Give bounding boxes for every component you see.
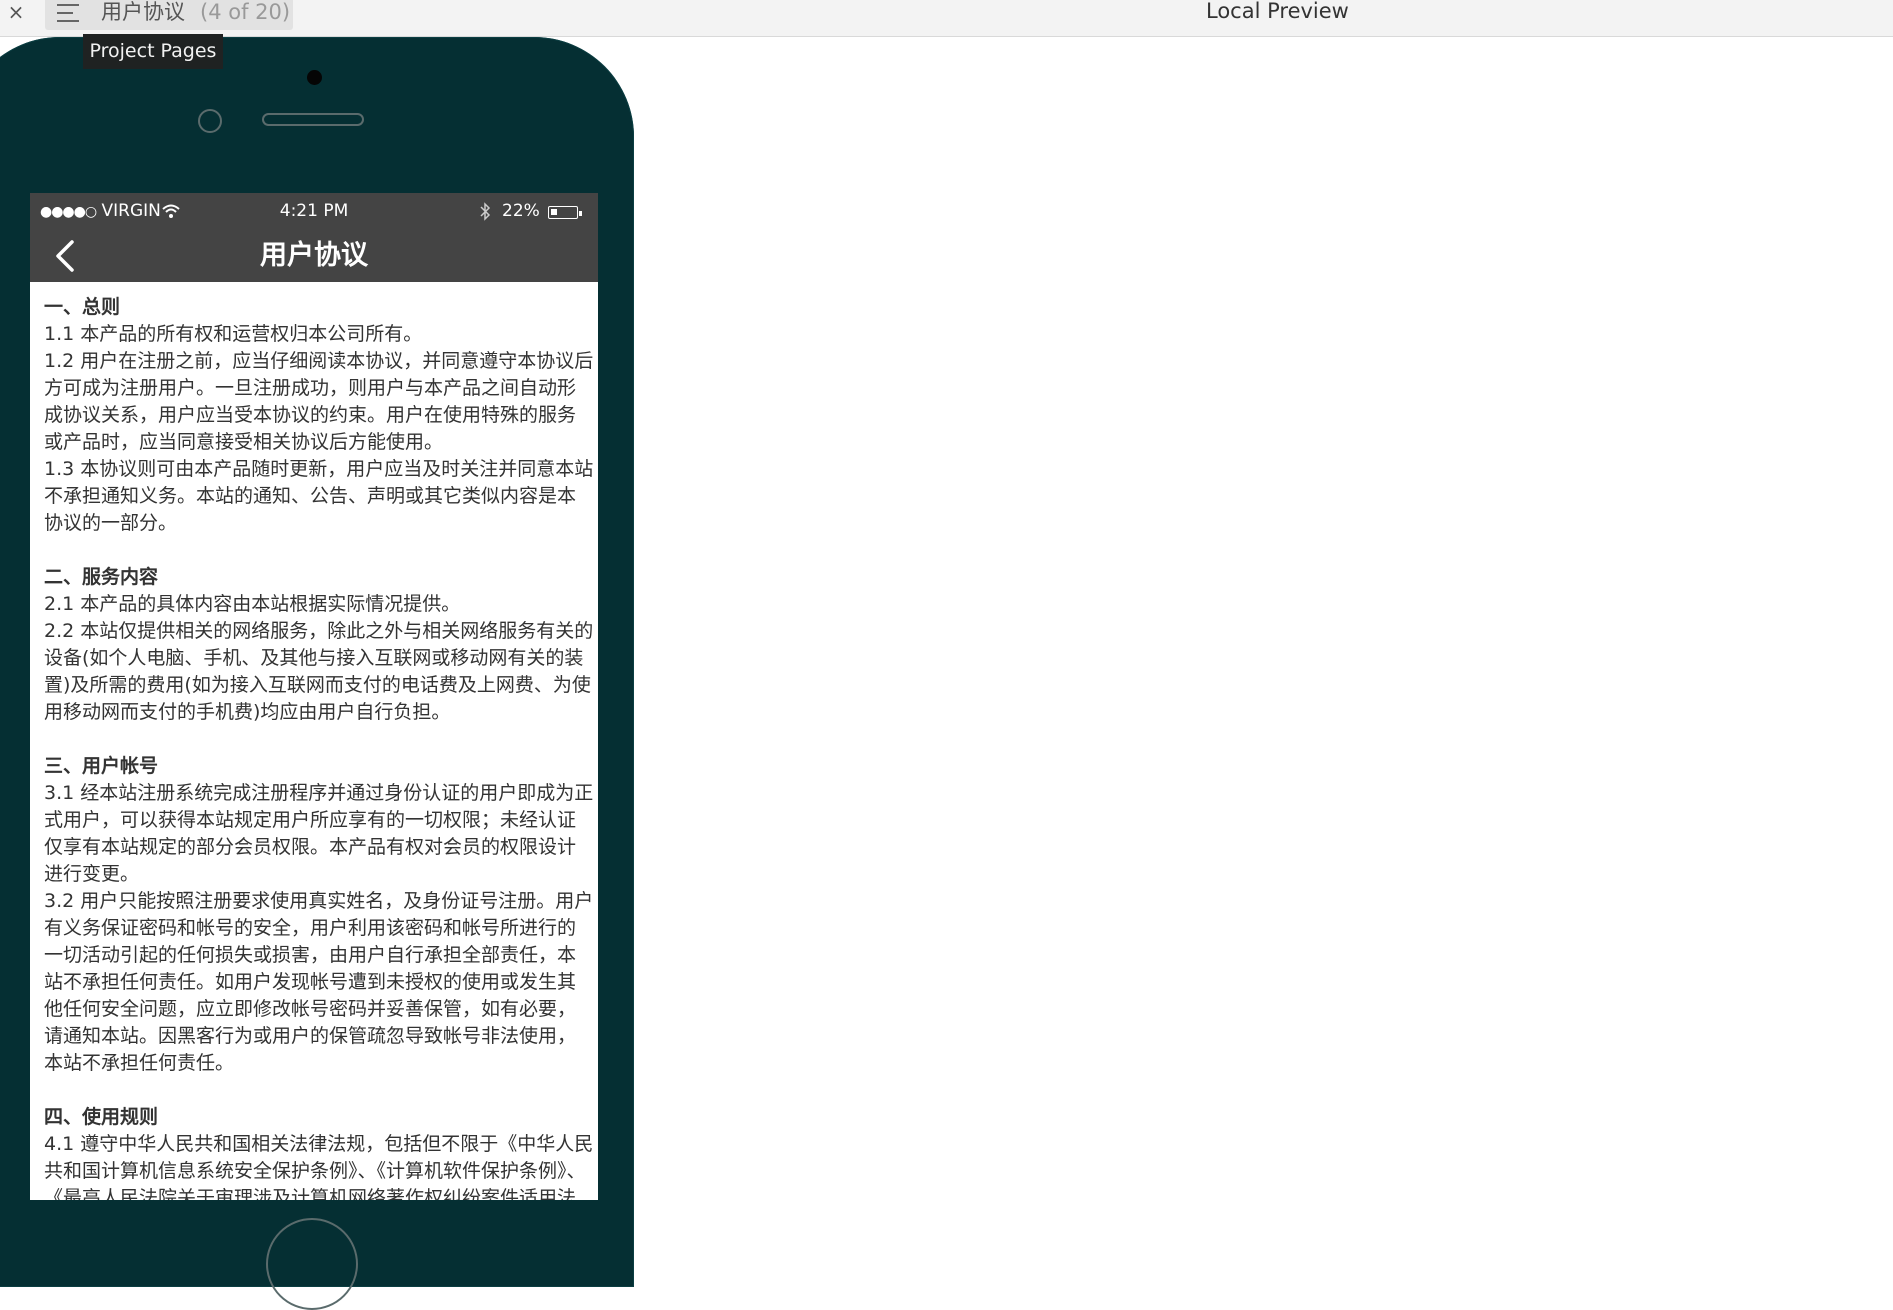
nav-title: 用户协议 xyxy=(260,240,368,271)
current-page-title: 用户协议 xyxy=(101,0,185,24)
clause: 1.3 本协议则可由本产品随时更新，用户应当及时关注并同意本站不承担通知义务。本… xyxy=(44,458,594,534)
clause: 4.1 遵守中华人民共和国相关法律法规，包括但不限于《中华人民共和国计算机信息系… xyxy=(44,1133,594,1200)
clause: 3.2 用户只能按照注册要求使用真实姓名，及身份证号注册。用户有义务保证密码和帐… xyxy=(44,890,594,1074)
page-selector[interactable]: 用户协议 (4 of 20) xyxy=(45,0,293,30)
bluetooth-icon xyxy=(480,202,491,221)
section-heading: 一、总则 xyxy=(44,296,121,318)
navigation-bar: 用户协议 xyxy=(30,230,598,282)
proximity-sensor xyxy=(198,109,222,133)
clause: 2.2 本站仅提供相关的网络服务，除此之外与相关网络服务有关的设备(如个人电脑、… xyxy=(44,620,594,723)
section-services: 二、服务内容 2.1 本产品的具体内容由本站根据实际情况提供。 2.2 本站仅提… xyxy=(44,564,594,726)
preview-title: Local Preview xyxy=(1206,0,1349,23)
preview-toolbar: × 用户协议 (4 of 20) Local Preview xyxy=(0,0,1893,37)
section-heading: 三、用户帐号 xyxy=(44,755,159,777)
agreement-content: 一、总则 1.1 本产品的所有权和运营权归本公司所有。 1.2 用户在注册之前，… xyxy=(44,294,594,1200)
section-heading: 四、使用规则 xyxy=(44,1106,159,1128)
phone-screen: ●●●●○ VIRGIN 4:21 PM 22% 用户协议 一、总则 1.1 本… xyxy=(30,193,598,1200)
project-pages-tooltip: Project Pages xyxy=(83,34,223,69)
battery-percent: 22% xyxy=(502,201,540,221)
battery-icon xyxy=(548,206,582,219)
section-heading: 二、服务内容 xyxy=(44,566,159,588)
status-bar: ●●●●○ VIRGIN 4:21 PM 22% xyxy=(30,193,598,230)
section-usage-rules: 四、使用规则 4.1 遵守中华人民共和国相关法律法规，包括但不限于《中华人民共和… xyxy=(44,1104,594,1200)
front-camera xyxy=(307,70,322,85)
clause: 1.1 本产品的所有权和运营权归本公司所有。 xyxy=(44,323,423,345)
home-button[interactable] xyxy=(266,1218,358,1310)
section-general: 一、总则 1.1 本产品的所有权和运营权归本公司所有。 1.2 用户在注册之前，… xyxy=(44,294,594,537)
clause: 1.2 用户在注册之前，应当仔细阅读本协议，并同意遵守本协议后方可成为注册用户。… xyxy=(44,350,594,453)
close-icon[interactable]: × xyxy=(6,0,26,24)
page-counter: (4 of 20) xyxy=(200,0,291,24)
clause: 2.1 本产品的具体内容由本站根据实际情况提供。 xyxy=(44,593,461,615)
clause: 3.1 经本站注册系统完成注册程序并通过身份认证的用户即成为正式用户，可以获得本… xyxy=(44,782,594,885)
section-account: 三、用户帐号 3.1 经本站注册系统完成注册程序并通过身份认证的用户即成为正式用… xyxy=(44,753,594,1077)
menu-icon xyxy=(57,3,81,23)
earpiece-speaker xyxy=(262,113,364,126)
